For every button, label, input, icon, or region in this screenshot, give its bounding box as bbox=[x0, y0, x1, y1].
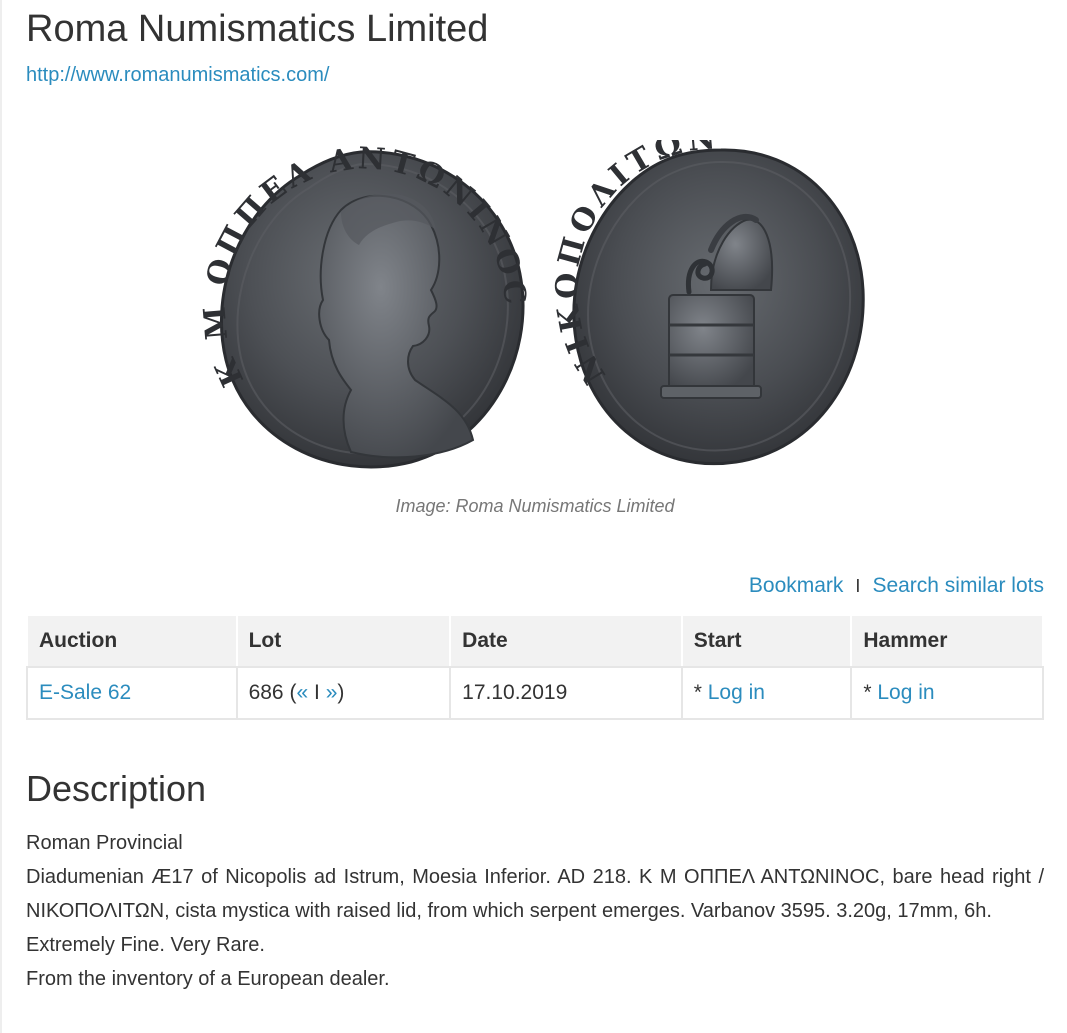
cell-auction: E-Sale 62 bbox=[26, 666, 238, 720]
lot-nav-separator: I bbox=[314, 681, 320, 704]
coin-obverse: K M ΟΠΠΕΛ ΑΝΤΩΝΙΝΟC bbox=[197, 141, 529, 469]
header-hammer: Hammer bbox=[850, 614, 1044, 668]
description-text: Diadumenian Æ17 of Nicopolis ad Istrum, … bbox=[26, 866, 1044, 922]
description-body: Roman Provincial Diadumenian Æ17 of Nico… bbox=[26, 826, 1044, 996]
search-similar-lots-link[interactable]: Search similar lots bbox=[872, 574, 1044, 598]
table-header-row: Auction Lot Date Start Hammer bbox=[26, 614, 1044, 668]
start-login-link[interactable]: Log in bbox=[708, 681, 765, 704]
header-start: Start bbox=[680, 614, 853, 668]
cell-date: 17.10.2019 bbox=[449, 666, 683, 720]
image-caption: Image: Roma Numismatics Limited bbox=[395, 496, 675, 516]
coin-image[interactable]: K M ΟΠΠΕΛ ΑΝΤΩΝΙΝΟC ΝΙΚΟΠΟΛΙΤΩΝ bbox=[191, 140, 881, 485]
lot-nav-close: ) bbox=[337, 681, 345, 704]
lot-actions: Bookmark I Search similar lots bbox=[749, 574, 1044, 598]
dealer-website-link[interactable]: http://www.romanumismatics.com/ bbox=[26, 64, 329, 87]
page-left-border bbox=[0, 0, 2, 1033]
dealer-name: Roma Numismatics Limited bbox=[26, 8, 489, 50]
start-asterisk: * bbox=[693, 681, 702, 704]
description-title: Description bbox=[26, 768, 207, 809]
auction-link[interactable]: E-Sale 62 bbox=[39, 681, 131, 704]
description-category: Roman Provincial bbox=[26, 832, 183, 854]
next-lot-link[interactable]: » bbox=[326, 681, 338, 704]
cell-hammer: * Log in bbox=[850, 666, 1044, 720]
previous-lot-link[interactable]: « bbox=[296, 681, 308, 704]
table-row: E-Sale 62 686 (« I ») 17.10.2019 * Log i… bbox=[26, 666, 1044, 720]
cell-lot: 686 (« I ») bbox=[235, 666, 452, 720]
description-grade: Extremely Fine. Very Rare. bbox=[26, 934, 265, 956]
header-lot: Lot bbox=[235, 614, 452, 668]
description-provenance: From the inventory of a European dealer. bbox=[26, 968, 390, 990]
coin-reverse: ΝΙΚΟΠΟΛΙΤΩΝ bbox=[550, 140, 865, 465]
lot-info-table: Auction Lot Date Start Hammer E-Sale 62 … bbox=[26, 614, 1044, 720]
actions-separator: I bbox=[855, 575, 861, 596]
hammer-login-link[interactable]: Log in bbox=[877, 681, 934, 704]
header-auction: Auction bbox=[26, 614, 238, 668]
lot-number: 686 bbox=[248, 681, 284, 704]
hammer-asterisk: * bbox=[863, 681, 872, 704]
cell-start: * Log in bbox=[680, 666, 853, 720]
header-date: Date bbox=[449, 614, 683, 668]
bookmark-link[interactable]: Bookmark bbox=[749, 574, 844, 598]
